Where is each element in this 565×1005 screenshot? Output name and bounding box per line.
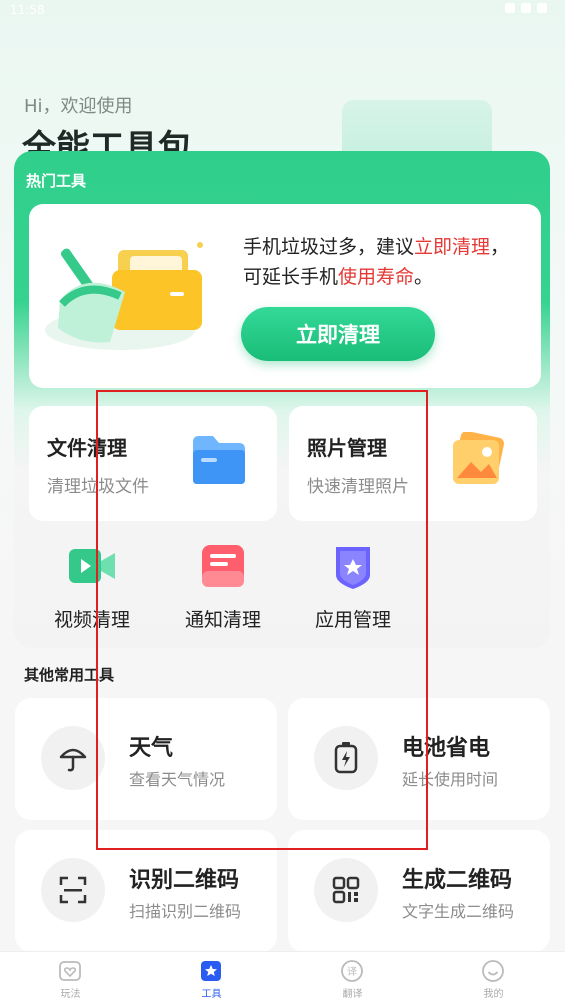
greeting-text: Hi，欢迎使用	[24, 96, 133, 117]
tools-star-icon	[201, 961, 221, 981]
svg-text:译: 译	[347, 966, 357, 978]
status-bar: 11:58	[0, 0, 565, 24]
tool-subtitle: 文字生成二维码	[402, 902, 515, 921]
status-time: 11:58	[10, 3, 45, 17]
battery-status-icon	[537, 3, 547, 13]
hot-tools-title: 热门工具	[26, 172, 87, 190]
tool-subtitle: 扫描识别二维码	[129, 902, 242, 921]
tool-title: 生成二维码	[402, 868, 513, 893]
tab-label: 玩法	[60, 989, 81, 1000]
qrcode-icon	[332, 876, 360, 904]
banner-line1-highlight: 立即清理	[414, 236, 491, 258]
photo-icon	[453, 432, 504, 484]
tool-icon-circle	[41, 858, 105, 922]
banner-message: 手机垃圾过多，建议立即清理， 可延长手机使用寿命。	[243, 232, 543, 292]
banner-line2-suffix: 。	[414, 266, 434, 288]
tab-label: 工具	[201, 989, 222, 1000]
banner-line-1: 手机垃圾过多，建议立即清理，	[243, 232, 543, 262]
status-icons	[505, 3, 547, 13]
tab-mine[interactable]: 我的	[423, 952, 564, 1005]
bottom-tab-bar: 玩法 工具 译 翻译 我的	[0, 951, 565, 1005]
highlight-annotation-box	[96, 390, 428, 850]
tool-title: 识别二维码	[129, 868, 240, 893]
banner-line2-highlight: 使用寿命	[338, 266, 415, 288]
umbrella-icon	[59, 748, 87, 772]
tool-icon-circle	[314, 858, 378, 922]
banner-line2-prefix: 可延长手机	[243, 266, 339, 288]
banner-line-2: 可延长手机使用寿命。	[243, 262, 543, 292]
smile-icon	[482, 960, 504, 982]
banner-line1-prefix: 手机垃圾过多，建议	[243, 236, 415, 258]
clean-now-button[interactable]: 立即清理	[241, 307, 435, 361]
scan-icon	[59, 876, 87, 904]
signal-icon	[521, 3, 531, 13]
tab-play[interactable]: 玩法	[0, 952, 141, 1005]
wifi-icon	[505, 3, 515, 13]
tab-label: 翻译	[342, 989, 363, 1000]
tab-translate[interactable]: 译 翻译	[282, 952, 423, 1005]
tab-label: 我的	[483, 989, 504, 1000]
translate-icon: 译	[341, 960, 363, 982]
heart-card-icon	[59, 961, 81, 981]
banner-line1-suffix: ，	[490, 236, 510, 258]
tab-tools[interactable]: 工具	[141, 952, 282, 1005]
broom-folder-icon	[45, 242, 203, 350]
